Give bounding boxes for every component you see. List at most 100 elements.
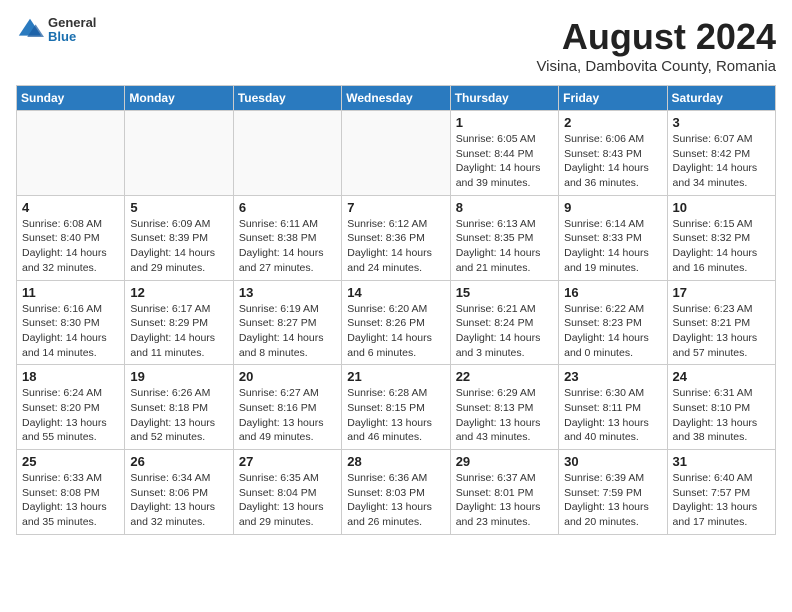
calendar-week-3: 11 Sunrise: 6:16 AMSunset: 8:30 PMDayligh…: [17, 280, 776, 365]
calendar-cell: 18 Sunrise: 6:24 AMSunset: 8:20 PMDayligh…: [17, 365, 125, 450]
calendar-cell: 15 Sunrise: 6:21 AMSunset: 8:24 PMDayligh…: [450, 280, 558, 365]
day-info: Sunrise: 6:35 AMSunset: 8:04 PMDaylight:…: [239, 471, 336, 530]
day-info: Sunrise: 6:13 AMSunset: 8:35 PMDaylight:…: [456, 217, 553, 276]
calendar-cell: 17 Sunrise: 6:23 AMSunset: 8:21 PMDayligh…: [667, 280, 775, 365]
day-number: 30: [564, 454, 661, 469]
day-info: Sunrise: 6:05 AMSunset: 8:44 PMDaylight:…: [456, 132, 553, 191]
day-number: 10: [673, 200, 770, 215]
calendar-cell: [125, 111, 233, 196]
weekday-header-tuesday: Tuesday: [233, 86, 341, 111]
day-number: 11: [22, 285, 119, 300]
day-number: 3: [673, 115, 770, 130]
day-number: 29: [456, 454, 553, 469]
calendar-cell: 11 Sunrise: 6:16 AMSunset: 8:30 PMDayligh…: [17, 280, 125, 365]
logo-text: General Blue: [48, 16, 96, 45]
weekday-header-friday: Friday: [559, 86, 667, 111]
day-number: 7: [347, 200, 444, 215]
calendar-week-5: 25 Sunrise: 6:33 AMSunset: 8:08 PMDayligh…: [17, 450, 776, 535]
day-number: 1: [456, 115, 553, 130]
day-number: 17: [673, 285, 770, 300]
logo-general: General: [48, 16, 96, 30]
day-info: Sunrise: 6:12 AMSunset: 8:36 PMDaylight:…: [347, 217, 444, 276]
weekday-header-sunday: Sunday: [17, 86, 125, 111]
calendar-cell: 19 Sunrise: 6:26 AMSunset: 8:18 PMDayligh…: [125, 365, 233, 450]
day-info: Sunrise: 6:15 AMSunset: 8:32 PMDaylight:…: [673, 217, 770, 276]
day-info: Sunrise: 6:21 AMSunset: 8:24 PMDaylight:…: [456, 302, 553, 361]
day-info: Sunrise: 6:34 AMSunset: 8:06 PMDaylight:…: [130, 471, 227, 530]
day-number: 20: [239, 369, 336, 384]
day-number: 4: [22, 200, 119, 215]
calendar-cell: 30 Sunrise: 6:39 AMSunset: 7:59 PMDayligh…: [559, 450, 667, 535]
day-number: 6: [239, 200, 336, 215]
calendar-cell: 6Sunrise: 6:11 AMSunset: 8:38 PMDaylight…: [233, 195, 341, 280]
calendar-table: SundayMondayTuesdayWednesdayThursdayFrid…: [16, 85, 776, 535]
weekday-header-monday: Monday: [125, 86, 233, 111]
day-number: 21: [347, 369, 444, 384]
day-info: Sunrise: 6:24 AMSunset: 8:20 PMDaylight:…: [22, 386, 119, 445]
day-number: 22: [456, 369, 553, 384]
day-info: Sunrise: 6:39 AMSunset: 7:59 PMDaylight:…: [564, 471, 661, 530]
day-number: 24: [673, 369, 770, 384]
calendar-cell: [233, 111, 341, 196]
day-number: 15: [456, 285, 553, 300]
calendar-cell: 5Sunrise: 6:09 AMSunset: 8:39 PMDaylight…: [125, 195, 233, 280]
calendar-cell: [17, 111, 125, 196]
logo: General Blue: [16, 16, 96, 45]
calendar-cell: 31 Sunrise: 6:40 AMSunset: 7:57 PMDayligh…: [667, 450, 775, 535]
calendar-week-1: 1 Sunrise: 6:05 AMSunset: 8:44 PMDaylight…: [17, 111, 776, 196]
weekday-header-row: SundayMondayTuesdayWednesdayThursdayFrid…: [17, 86, 776, 111]
calendar-cell: 7 Sunrise: 6:12 AMSunset: 8:36 PMDaylight…: [342, 195, 450, 280]
calendar-cell: 29 Sunrise: 6:37 AMSunset: 8:01 PMDayligh…: [450, 450, 558, 535]
day-info: Sunrise: 6:36 AMSunset: 8:03 PMDaylight:…: [347, 471, 444, 530]
weekday-header-thursday: Thursday: [450, 86, 558, 111]
day-info: Sunrise: 6:08 AMSunset: 8:40 PMDaylight:…: [22, 217, 119, 276]
day-number: 19: [130, 369, 227, 384]
calendar-cell: 28 Sunrise: 6:36 AMSunset: 8:03 PMDayligh…: [342, 450, 450, 535]
day-info: Sunrise: 6:40 AMSunset: 7:57 PMDaylight:…: [673, 471, 770, 530]
day-number: 28: [347, 454, 444, 469]
title-area: August 2024 Visina, Dambovita County, Ro…: [536, 16, 776, 75]
calendar-cell: 3Sunrise: 6:07 AMSunset: 8:42 PMDaylight…: [667, 111, 775, 196]
day-info: Sunrise: 6:37 AMSunset: 8:01 PMDaylight:…: [456, 471, 553, 530]
day-info: Sunrise: 6:19 AMSunset: 8:27 PMDaylight:…: [239, 302, 336, 361]
day-number: 8: [456, 200, 553, 215]
day-info: Sunrise: 6:31 AMSunset: 8:10 PMDaylight:…: [673, 386, 770, 445]
day-info: Sunrise: 6:29 AMSunset: 8:13 PMDaylight:…: [456, 386, 553, 445]
calendar-cell: 24 Sunrise: 6:31 AMSunset: 8:10 PMDayligh…: [667, 365, 775, 450]
day-info: Sunrise: 6:28 AMSunset: 8:15 PMDaylight:…: [347, 386, 444, 445]
main-title: August 2024: [536, 16, 776, 58]
calendar-cell: 21 Sunrise: 6:28 AMSunset: 8:15 PMDayligh…: [342, 365, 450, 450]
day-number: 12: [130, 285, 227, 300]
day-number: 5: [130, 200, 227, 215]
calendar-cell: 27Sunrise: 6:35 AMSunset: 8:04 PMDayligh…: [233, 450, 341, 535]
calendar-cell: 12 Sunrise: 6:17 AMSunset: 8:29 PMDayligh…: [125, 280, 233, 365]
day-info: Sunrise: 6:30 AMSunset: 8:11 PMDaylight:…: [564, 386, 661, 445]
header: General Blue August 2024 Visina, Dambovi…: [16, 16, 776, 75]
calendar-cell: 16Sunrise: 6:22 AMSunset: 8:23 PMDayligh…: [559, 280, 667, 365]
day-info: Sunrise: 6:23 AMSunset: 8:21 PMDaylight:…: [673, 302, 770, 361]
calendar-cell: 2Sunrise: 6:06 AMSunset: 8:43 PMDaylight…: [559, 111, 667, 196]
calendar-cell: 8 Sunrise: 6:13 AMSunset: 8:35 PMDaylight…: [450, 195, 558, 280]
calendar-week-4: 18 Sunrise: 6:24 AMSunset: 8:20 PMDayligh…: [17, 365, 776, 450]
calendar-cell: 25 Sunrise: 6:33 AMSunset: 8:08 PMDayligh…: [17, 450, 125, 535]
logo-blue: Blue: [48, 30, 96, 44]
weekday-header-wednesday: Wednesday: [342, 86, 450, 111]
day-number: 2: [564, 115, 661, 130]
day-info: Sunrise: 6:17 AMSunset: 8:29 PMDaylight:…: [130, 302, 227, 361]
day-info: Sunrise: 6:14 AMSunset: 8:33 PMDaylight:…: [564, 217, 661, 276]
day-info: Sunrise: 6:26 AMSunset: 8:18 PMDaylight:…: [130, 386, 227, 445]
day-number: 18: [22, 369, 119, 384]
day-info: Sunrise: 6:16 AMSunset: 8:30 PMDaylight:…: [22, 302, 119, 361]
day-info: Sunrise: 6:27 AMSunset: 8:16 PMDaylight:…: [239, 386, 336, 445]
calendar-week-2: 4 Sunrise: 6:08 AMSunset: 8:40 PMDaylight…: [17, 195, 776, 280]
weekday-header-saturday: Saturday: [667, 86, 775, 111]
day-info: Sunrise: 6:33 AMSunset: 8:08 PMDaylight:…: [22, 471, 119, 530]
calendar-cell: 1 Sunrise: 6:05 AMSunset: 8:44 PMDaylight…: [450, 111, 558, 196]
day-number: 31: [673, 454, 770, 469]
day-number: 14: [347, 285, 444, 300]
calendar-cell: 4 Sunrise: 6:08 AMSunset: 8:40 PMDaylight…: [17, 195, 125, 280]
day-number: 25: [22, 454, 119, 469]
day-number: 26: [130, 454, 227, 469]
day-number: 9: [564, 200, 661, 215]
calendar-cell: 14Sunrise: 6:20 AMSunset: 8:26 PMDayligh…: [342, 280, 450, 365]
